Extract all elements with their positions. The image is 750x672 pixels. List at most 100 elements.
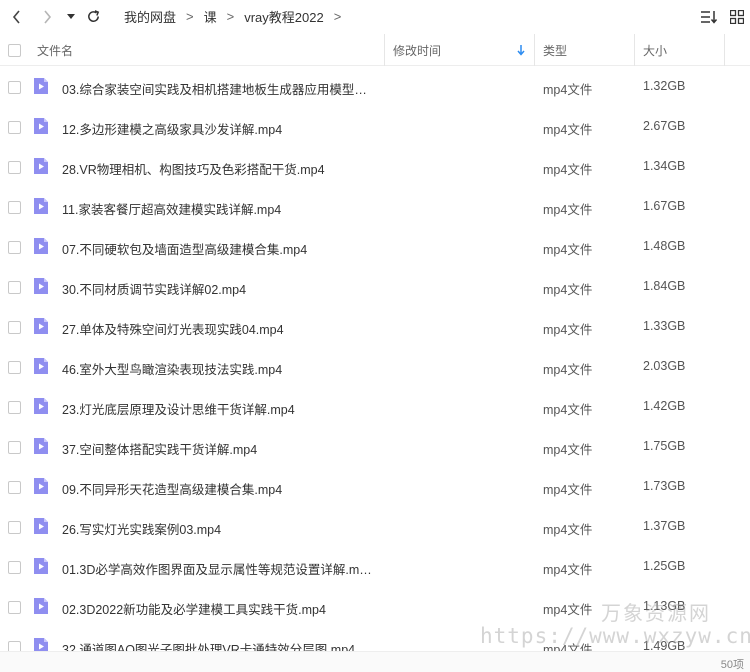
file-type: mp4文件 bbox=[543, 243, 593, 257]
breadcrumb: 我的网盘 > 课 > vray教程2022 > bbox=[124, 7, 351, 26]
file-name[interactable]: 02.3D2022新功能及必学建模工具实践干货.mp4 bbox=[62, 599, 372, 618]
file-row[interactable]: 09.不同异形天花造型高级建模合集.mp4 mp4文件 1.73GB bbox=[0, 467, 750, 507]
row-checkbox[interactable] bbox=[8, 361, 21, 374]
breadcrumb-item-root[interactable]: 我的网盘 bbox=[124, 7, 176, 26]
file-type: mp4文件 bbox=[543, 603, 593, 617]
file-name[interactable]: 37.空间整体搭配实践干货详解.mp4 bbox=[62, 439, 372, 458]
video-file-icon bbox=[34, 558, 48, 574]
video-file-icon bbox=[34, 638, 48, 651]
file-size: 1.49GB bbox=[643, 639, 686, 651]
refresh-button[interactable] bbox=[80, 4, 106, 30]
row-checkbox[interactable] bbox=[8, 641, 21, 651]
video-file-icon bbox=[34, 478, 48, 494]
row-checkbox[interactable] bbox=[8, 161, 21, 174]
file-row[interactable]: 46.室外大型鸟瞰渲染表现技法实践.mp4 mp4文件 2.03GB bbox=[0, 347, 750, 387]
file-size: 1.73GB bbox=[643, 479, 686, 493]
row-checkbox[interactable] bbox=[8, 321, 21, 334]
file-type: mp4文件 bbox=[543, 83, 593, 97]
file-type: mp4文件 bbox=[543, 523, 593, 537]
item-count: 50项 bbox=[720, 659, 744, 671]
breadcrumb-item-current[interactable]: vray教程2022 bbox=[244, 7, 323, 26]
back-button[interactable] bbox=[4, 4, 30, 30]
toolbar-right bbox=[698, 0, 750, 33]
file-name[interactable]: 11.家装客餐厅超高效建模实践详解.mp4 bbox=[62, 199, 372, 218]
file-size: 1.34GB bbox=[643, 159, 686, 173]
file-type: mp4文件 bbox=[543, 483, 593, 497]
file-name[interactable]: 12.多边形建模之高级家具沙发详解.mp4 bbox=[62, 119, 372, 138]
file-row[interactable]: 23.灯光底层原理及设计思维干货详解.mp4 mp4文件 1.42GB bbox=[0, 387, 750, 427]
column-header-type[interactable]: 类型 bbox=[535, 34, 635, 66]
row-checkbox[interactable] bbox=[8, 481, 21, 494]
file-row[interactable]: 12.多边形建模之高级家具沙发详解.mp4 mp4文件 2.67GB bbox=[0, 107, 750, 147]
file-type: mp4文件 bbox=[543, 403, 593, 417]
video-file-icon bbox=[34, 438, 48, 454]
video-file-icon bbox=[34, 598, 48, 614]
video-file-icon bbox=[34, 198, 48, 214]
file-row[interactable]: 03.综合家装空间实践及相机搭建地板生成器应用模型调... mp4文件 1.32GB bbox=[0, 67, 750, 107]
column-header-name-label: 文件名 bbox=[37, 43, 74, 58]
column-header-mtime-label: 修改时间 bbox=[393, 43, 442, 58]
file-type: mp4文件 bbox=[543, 643, 593, 651]
video-file-icon bbox=[34, 398, 48, 414]
row-checkbox[interactable] bbox=[8, 81, 21, 94]
file-size: 1.37GB bbox=[643, 519, 686, 533]
row-checkbox[interactable] bbox=[8, 201, 21, 214]
file-list-header: 文件名 修改时间 类型 大小 bbox=[0, 34, 750, 66]
row-checkbox[interactable] bbox=[8, 241, 21, 254]
file-name[interactable]: 01.3D必学高效作图界面及显示属性等规范设置详解.mp4 bbox=[62, 559, 372, 578]
chevron-left-icon bbox=[12, 9, 20, 24]
row-checkbox[interactable] bbox=[8, 281, 21, 294]
history-dropdown-button[interactable] bbox=[64, 4, 78, 30]
file-name[interactable]: 46.室外大型鸟瞰渲染表现技法实践.mp4 bbox=[62, 359, 372, 378]
file-row[interactable]: 11.家装客餐厅超高效建模实践详解.mp4 mp4文件 1.67GB bbox=[0, 187, 750, 227]
grid-view-button[interactable] bbox=[726, 6, 748, 28]
column-header-size[interactable]: 大小 bbox=[635, 34, 725, 66]
file-name[interactable]: 09.不同异形天花造型高级建模合集.mp4 bbox=[62, 479, 372, 498]
file-size: 1.75GB bbox=[643, 439, 686, 453]
select-all-checkbox[interactable] bbox=[8, 43, 21, 57]
breadcrumb-separator: > bbox=[186, 9, 194, 24]
file-type: mp4文件 bbox=[543, 323, 593, 337]
row-checkbox[interactable] bbox=[8, 121, 21, 134]
file-row[interactable]: 28.VR物理相机、构图技巧及色彩搭配干货.mp4 mp4文件 1.34GB bbox=[0, 147, 750, 187]
video-file-icon bbox=[34, 278, 48, 294]
row-checkbox[interactable] bbox=[8, 521, 21, 534]
refresh-icon bbox=[87, 10, 99, 22]
file-name[interactable]: 32.通道图AO图光子图批处理VR卡通特效分层图.mp4 bbox=[62, 639, 372, 651]
breadcrumb-item-course[interactable]: 课 bbox=[204, 7, 217, 26]
status-bar: 50项 bbox=[0, 651, 750, 672]
column-header-name[interactable]: 文件名 bbox=[37, 34, 385, 66]
row-checkbox[interactable] bbox=[8, 441, 21, 454]
caret-down-icon bbox=[67, 13, 75, 19]
video-file-icon bbox=[34, 358, 48, 374]
file-name[interactable]: 27.单体及特殊空间灯光表现实践04.mp4 bbox=[62, 319, 372, 338]
file-name[interactable]: 28.VR物理相机、构图技巧及色彩搭配干货.mp4 bbox=[62, 159, 372, 178]
file-row[interactable]: 32.通道图AO图光子图批处理VR卡通特效分层图.mp4 mp4文件 1.49GB bbox=[0, 627, 750, 651]
file-row[interactable]: 27.单体及特殊空间灯光表现实践04.mp4 mp4文件 1.33GB bbox=[0, 307, 750, 347]
file-row[interactable]: 37.空间整体搭配实践干货详解.mp4 mp4文件 1.75GB bbox=[0, 427, 750, 467]
toolbar: 我的网盘 > 课 > vray教程2022 > bbox=[0, 0, 750, 33]
column-header-mtime[interactable]: 修改时间 bbox=[385, 34, 535, 66]
file-row[interactable]: 30.不同材质调节实践详解02.mp4 mp4文件 1.84GB bbox=[0, 267, 750, 307]
file-name[interactable]: 26.写实灯光实践案例03.mp4 bbox=[62, 519, 372, 538]
file-row[interactable]: 26.写实灯光实践案例03.mp4 mp4文件 1.37GB bbox=[0, 507, 750, 547]
video-file-icon bbox=[34, 318, 48, 334]
row-checkbox[interactable] bbox=[8, 601, 21, 614]
breadcrumb-separator: > bbox=[333, 9, 342, 24]
row-checkbox[interactable] bbox=[8, 561, 21, 574]
file-size: 1.25GB bbox=[643, 559, 686, 573]
file-row[interactable]: 02.3D2022新功能及必学建模工具实践干货.mp4 mp4文件 1.13GB bbox=[0, 587, 750, 627]
column-header-size-label: 大小 bbox=[643, 43, 668, 58]
file-row[interactable]: 01.3D必学高效作图界面及显示属性等规范设置详解.mp4 mp4文件 1.25GB bbox=[0, 547, 750, 587]
file-size: 1.42GB bbox=[643, 399, 686, 413]
file-name[interactable]: 30.不同材质调节实践详解02.mp4 bbox=[62, 279, 372, 298]
file-name[interactable]: 23.灯光底层原理及设计思维干货详解.mp4 bbox=[62, 399, 372, 418]
file-name[interactable]: 03.综合家装空间实践及相机搭建地板生成器应用模型调... bbox=[62, 79, 372, 98]
file-name[interactable]: 07.不同硬软包及墙面造型高级建模合集.mp4 bbox=[62, 239, 372, 258]
video-file-icon bbox=[34, 158, 48, 174]
sort-button[interactable] bbox=[698, 6, 720, 28]
file-type: mp4文件 bbox=[543, 563, 593, 577]
forward-button[interactable] bbox=[34, 4, 60, 30]
row-checkbox[interactable] bbox=[8, 401, 21, 414]
file-row[interactable]: 07.不同硬软包及墙面造型高级建模合集.mp4 mp4文件 1.48GB bbox=[0, 227, 750, 267]
